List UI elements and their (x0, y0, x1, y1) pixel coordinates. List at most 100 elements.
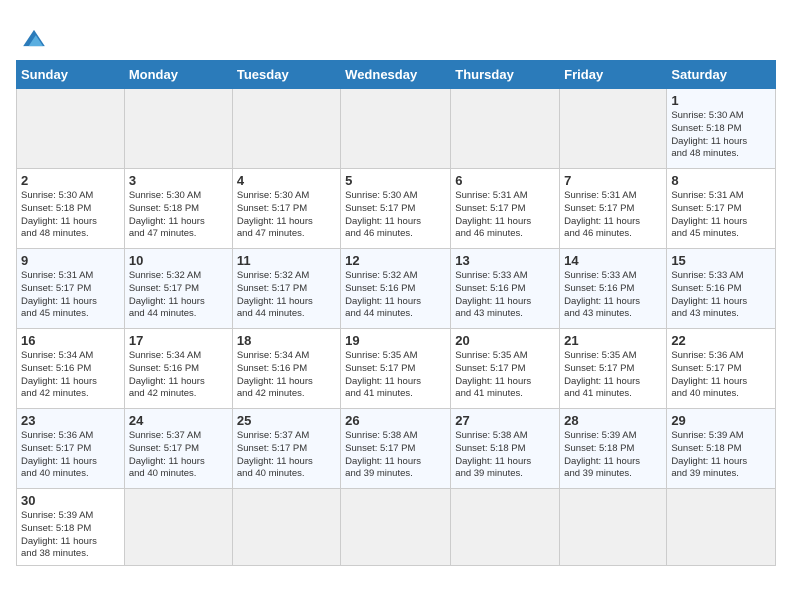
day-info: Sunrise: 5:36 AMSunset: 5:17 PMDaylight:… (21, 430, 120, 481)
day-header-sunday: Sunday (17, 61, 125, 89)
day-number: 2 (21, 173, 120, 188)
calendar-cell: 22Sunrise: 5:36 AMSunset: 5:17 PMDayligh… (667, 329, 776, 409)
day-number: 27 (455, 413, 555, 428)
calendar-cell: 19 Sunrise: 5:35 AMSunset: 5:17 PMDayligh… (341, 329, 451, 409)
calendar-cell: 17Sunrise: 5:34 AMSunset: 5:16 PMDayligh… (124, 329, 232, 409)
day-number: 4 (237, 173, 336, 188)
day-number: 21 (564, 333, 662, 348)
calendar-cell: 24 Sunrise: 5:37 AMSunset: 5:17 PMDayligh… (124, 409, 232, 489)
calendar-cell (451, 489, 560, 566)
day-info: Sunrise: 5:39 AMSunset: 5:18 PMDaylight:… (21, 510, 120, 561)
day-info: Sunrise: 5:30 AMSunset: 5:18 PMDaylight:… (671, 110, 771, 161)
day-header-saturday: Saturday (667, 61, 776, 89)
calendar-cell: 2Sunrise: 5:30 AMSunset: 5:18 PMDaylight… (17, 169, 125, 249)
day-info: Sunrise: 5:35 AMSunset: 5:17 PMDaylight:… (455, 350, 555, 401)
day-number: 13 (455, 253, 555, 268)
calendar-cell: 11 Sunrise: 5:32 AMSunset: 5:17 PMDayligh… (232, 249, 340, 329)
day-info: Sunrise: 5:37 AMSunset: 5:17 PMDaylight:… (129, 430, 228, 481)
calendar-cell: 30 Sunrise: 5:39 AMSunset: 5:18 PMDayligh… (17, 489, 125, 566)
calendar-cell: 6 Sunrise: 5:31 AMSunset: 5:17 PMDaylight… (451, 169, 560, 249)
day-number: 29 (671, 413, 771, 428)
day-info: Sunrise: 5:35 AMSunset: 5:17 PMDaylight:… (564, 350, 662, 401)
calendar-cell: 23 Sunrise: 5:36 AMSunset: 5:17 PMDayligh… (17, 409, 125, 489)
calendar-cell: 27Sunrise: 5:38 AMSunset: 5:18 PMDayligh… (451, 409, 560, 489)
day-info: Sunrise: 5:38 AMSunset: 5:17 PMDaylight:… (345, 430, 446, 481)
calendar-cell: 25 Sunrise: 5:37 AMSunset: 5:17 PMDayligh… (232, 409, 340, 489)
calendar-cell: 9 Sunrise: 5:31 AMSunset: 5:17 PMDaylight… (17, 249, 125, 329)
day-info: Sunrise: 5:32 AMSunset: 5:17 PMDaylight:… (129, 270, 228, 321)
day-header-friday: Friday (560, 61, 667, 89)
calendar-cell: 1 Sunrise: 5:30 AMSunset: 5:18 PMDaylight… (667, 89, 776, 169)
day-number: 12 (345, 253, 446, 268)
calendar-cell (451, 89, 560, 169)
day-number: 1 (671, 93, 771, 108)
day-number: 24 (129, 413, 228, 428)
calendar-cell: 12 Sunrise: 5:32 AMSunset: 5:16 PMDayligh… (341, 249, 451, 329)
day-header-tuesday: Tuesday (232, 61, 340, 89)
day-number: 19 (345, 333, 446, 348)
calendar-week-2: 2 Sunrise: 5:30 AMSunset: 5:18 PMDaylight… (17, 169, 776, 249)
day-info: Sunrise: 5:30 AMSunset: 5:18 PMDaylight:… (129, 190, 228, 241)
calendar-cell: 14 Sunrise: 5:33 AMSunset: 5:16 PMDayligh… (560, 249, 667, 329)
day-number: 8 (671, 173, 771, 188)
day-info: Sunrise: 5:33 AMSunset: 5:16 PMDaylight:… (564, 270, 662, 321)
calendar-cell (341, 489, 451, 566)
calendar-week-4: 16 Sunrise: 5:34 AMSunset: 5:16 PMDayligh… (17, 329, 776, 409)
day-number: 16 (21, 333, 120, 348)
calendar-header: SundayMondayTuesdayWednesdayThursdayFrid… (17, 61, 776, 89)
day-header-thursday: Thursday (451, 61, 560, 89)
day-info: Sunrise: 5:31 AMSunset: 5:17 PMDaylight:… (21, 270, 120, 321)
day-header-wednesday: Wednesday (341, 61, 451, 89)
day-number: 18 (237, 333, 336, 348)
day-number: 10 (129, 253, 228, 268)
calendar-cell (17, 89, 125, 169)
calendar-week-5: 23 Sunrise: 5:36 AMSunset: 5:17 PMDayligh… (17, 409, 776, 489)
calendar-cell: 21 Sunrise: 5:35 AMSunset: 5:17 PMDayligh… (560, 329, 667, 409)
day-info: Sunrise: 5:39 AMSunset: 5:18 PMDaylight:… (564, 430, 662, 481)
day-info: Sunrise: 5:34 AMSunset: 5:16 PMDaylight:… (237, 350, 336, 401)
calendar-cell: 10 Sunrise: 5:32 AMSunset: 5:17 PMDayligh… (124, 249, 232, 329)
calendar-cell: 8 Sunrise: 5:31 AMSunset: 5:17 PMDaylight… (667, 169, 776, 249)
header-row: SundayMondayTuesdayWednesdayThursdayFrid… (17, 61, 776, 89)
calendar-cell: 4 Sunrise: 5:30 AMSunset: 5:17 PMDaylight… (232, 169, 340, 249)
calendar-cell (232, 89, 340, 169)
day-number: 23 (21, 413, 120, 428)
day-info: Sunrise: 5:33 AMSunset: 5:16 PMDaylight:… (455, 270, 555, 321)
day-info: Sunrise: 5:37 AMSunset: 5:17 PMDaylight:… (237, 430, 336, 481)
day-info: Sunrise: 5:31 AMSunset: 5:17 PMDaylight:… (455, 190, 555, 241)
calendar-cell (560, 89, 667, 169)
day-info: Sunrise: 5:30 AMSunset: 5:17 PMDaylight:… (345, 190, 446, 241)
day-number: 11 (237, 253, 336, 268)
day-info: Sunrise: 5:30 AMSunset: 5:17 PMDaylight:… (237, 190, 336, 241)
calendar-cell (124, 489, 232, 566)
day-number: 15 (671, 253, 771, 268)
day-number: 26 (345, 413, 446, 428)
day-info: Sunrise: 5:31 AMSunset: 5:17 PMDaylight:… (671, 190, 771, 241)
calendar-cell: 7Sunrise: 5:31 AMSunset: 5:17 PMDaylight… (560, 169, 667, 249)
day-info: Sunrise: 5:32 AMSunset: 5:17 PMDaylight:… (237, 270, 336, 321)
generalblue-logo-icon (16, 24, 52, 52)
day-info: Sunrise: 5:33 AMSunset: 5:16 PMDaylight:… (671, 270, 771, 321)
day-info: Sunrise: 5:34 AMSunset: 5:16 PMDaylight:… (21, 350, 120, 401)
day-number: 30 (21, 493, 120, 508)
calendar-week-6: 30 Sunrise: 5:39 AMSunset: 5:18 PMDayligh… (17, 489, 776, 566)
calendar-cell (232, 489, 340, 566)
calendar-cell (341, 89, 451, 169)
calendar-cell: 18 Sunrise: 5:34 AMSunset: 5:16 PMDayligh… (232, 329, 340, 409)
calendar-cell: 16 Sunrise: 5:34 AMSunset: 5:16 PMDayligh… (17, 329, 125, 409)
day-number: 6 (455, 173, 555, 188)
day-number: 9 (21, 253, 120, 268)
day-number: 17 (129, 333, 228, 348)
calendar-week-1: 1 Sunrise: 5:30 AMSunset: 5:18 PMDaylight… (17, 89, 776, 169)
day-info: Sunrise: 5:35 AMSunset: 5:17 PMDaylight:… (345, 350, 446, 401)
calendar-cell: 29 Sunrise: 5:39 AMSunset: 5:18 PMDayligh… (667, 409, 776, 489)
day-info: Sunrise: 5:32 AMSunset: 5:16 PMDaylight:… (345, 270, 446, 321)
calendar-cell: 3Sunrise: 5:30 AMSunset: 5:18 PMDaylight… (124, 169, 232, 249)
calendar-cell: 26 Sunrise: 5:38 AMSunset: 5:17 PMDayligh… (341, 409, 451, 489)
calendar-cell: 5Sunrise: 5:30 AMSunset: 5:17 PMDaylight… (341, 169, 451, 249)
day-number: 25 (237, 413, 336, 428)
day-info: Sunrise: 5:39 AMSunset: 5:18 PMDaylight:… (671, 430, 771, 481)
page-header (16, 16, 776, 52)
day-number: 22 (671, 333, 771, 348)
day-number: 14 (564, 253, 662, 268)
